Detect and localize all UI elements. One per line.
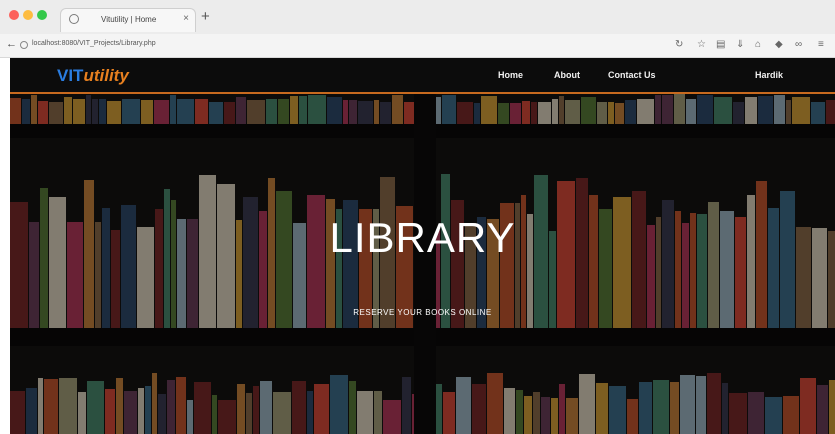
address-bar: ← localhost:8080/VIT_Projects/Library.ph…	[0, 34, 835, 58]
hero-subtitle: RESERVE YOUR BOOKS ONLINE	[353, 308, 492, 317]
browser-tab[interactable]: Vitutility | Home ×	[60, 8, 196, 32]
brand-logo[interactable]: VITutility	[57, 66, 129, 86]
close-window-button[interactable]	[9, 10, 19, 20]
browser-tab-strip: Vitutility | Home × +	[0, 0, 835, 34]
brand-vit: VIT	[57, 66, 84, 85]
reader-icon[interactable]: ▤	[716, 38, 725, 52]
home-icon[interactable]: ⌂	[755, 38, 761, 52]
new-tab-button[interactable]: +	[201, 9, 210, 24]
site-navbar: VITutility Home About Contact Us Hardik	[10, 58, 835, 94]
url-field[interactable]: localhost:8080/VIT_Projects/Library.php	[32, 40, 156, 47]
nav-contact-link[interactable]: Contact Us	[608, 70, 656, 80]
site-info-icon[interactable]	[20, 41, 28, 49]
nav-about-link[interactable]: About	[554, 70, 580, 80]
close-tab-icon[interactable]: ×	[183, 13, 189, 24]
globe-icon	[69, 14, 79, 24]
brand-utility: utility	[83, 66, 129, 85]
back-button[interactable]: ←	[6, 38, 17, 50]
hero-title: LIBRARY	[329, 214, 516, 261]
tab-title: Vitutility | Home	[101, 15, 157, 24]
extension-icon[interactable]: ∞	[795, 38, 802, 52]
reload-icon[interactable]: ↻	[675, 38, 683, 52]
nav-home-link[interactable]: Home	[498, 70, 523, 80]
shield-icon[interactable]: ◆	[775, 38, 783, 52]
star-icon[interactable]: ☆	[697, 38, 706, 52]
download-icon[interactable]: ⇓	[736, 38, 744, 52]
minimize-window-button[interactable]	[23, 10, 33, 20]
zoom-window-button[interactable]	[37, 10, 47, 20]
hero-banner: LIBRARY RESERVE YOUR BOOKS ONLINE	[10, 94, 835, 434]
menu-icon[interactable]: ≡	[818, 38, 824, 52]
nav-user-link[interactable]: Hardik	[755, 70, 783, 80]
hero-overlay	[10, 94, 835, 434]
